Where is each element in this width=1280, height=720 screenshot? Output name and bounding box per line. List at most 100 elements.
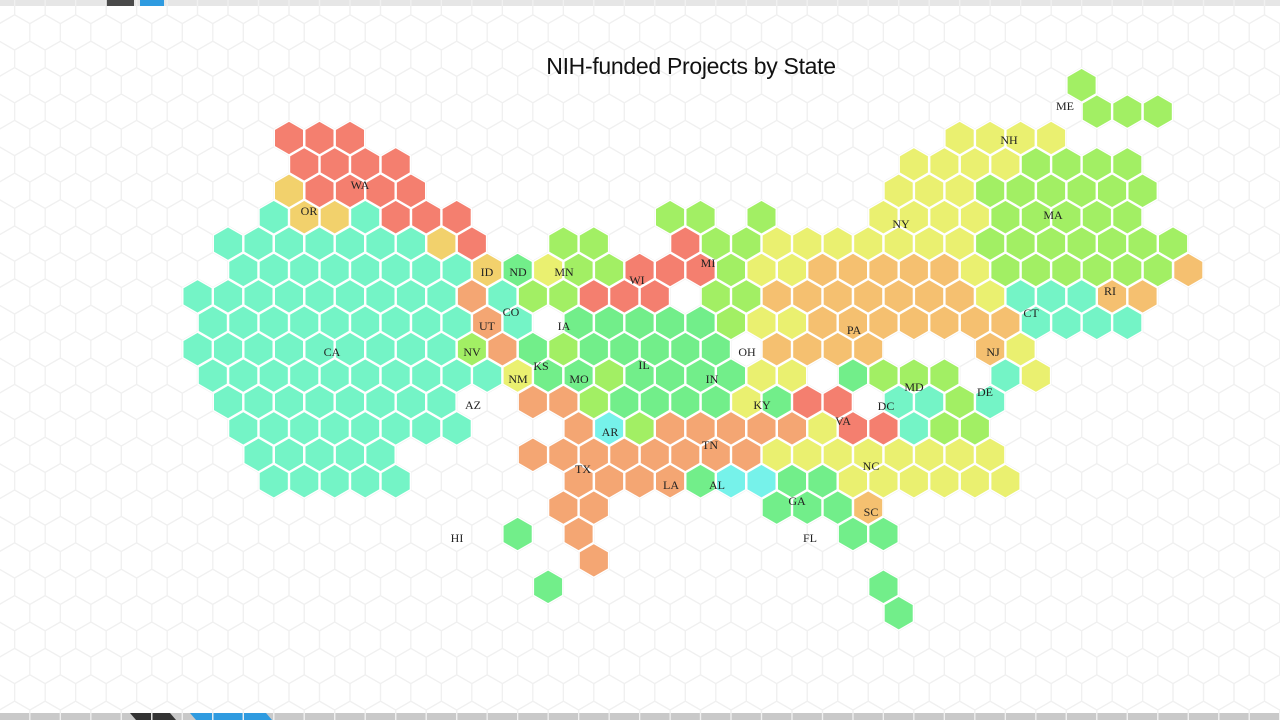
background-hex <box>1233 357 1266 394</box>
background-hex <box>1019 568 1052 606</box>
background-hex <box>0 674 16 711</box>
background-hex <box>776 0 808 25</box>
background-hex <box>532 621 565 658</box>
background-hex <box>1004 647 1037 685</box>
background-hex <box>989 568 1022 606</box>
background-hex <box>1202 251 1235 289</box>
background-hex <box>0 146 16 183</box>
background-hex <box>288 674 321 711</box>
background-hex <box>486 172 519 210</box>
background-hex <box>273 594 305 632</box>
background-hex <box>212 489 244 526</box>
background-hex <box>1248 172 1280 210</box>
background-hex <box>501 0 534 25</box>
background-hex <box>227 146 260 183</box>
background-hex <box>1080 410 1113 447</box>
background-hex <box>684 0 717 25</box>
background-hex <box>120 436 153 474</box>
background-hex <box>105 674 138 711</box>
background-hex <box>151 383 183 421</box>
background-hex <box>577 14 610 51</box>
background-hex <box>1080 515 1113 553</box>
background-hex <box>806 0 839 25</box>
background-hex <box>1050 515 1083 553</box>
background-hex <box>913 700 946 720</box>
background-hex <box>227 0 260 25</box>
background-hex <box>776 621 808 658</box>
state-label-nd: ND <box>509 265 527 279</box>
background-hex <box>1218 647 1250 685</box>
state-label-tx: TX <box>575 462 591 476</box>
background-hex <box>151 119 183 157</box>
background-hex <box>837 568 869 606</box>
background-hex <box>1157 172 1189 210</box>
background-hex <box>1187 647 1220 685</box>
background-hex <box>1050 410 1083 447</box>
background-hex <box>151 700 183 720</box>
background-hex <box>288 515 321 553</box>
background-hex <box>151 278 183 315</box>
background-hex <box>1233 146 1266 183</box>
background-hex <box>699 14 732 51</box>
background-hex <box>562 0 595 25</box>
background-hex <box>440 0 473 25</box>
background-hex <box>1248 542 1280 579</box>
background-hex <box>74 0 107 25</box>
background-hex <box>471 515 503 553</box>
state-label-ut: UT <box>479 319 496 333</box>
background-hex <box>486 647 519 685</box>
background-hex <box>959 568 991 606</box>
background-hex <box>928 568 961 606</box>
background-hex <box>715 93 747 130</box>
background-hex <box>74 621 107 658</box>
background-hex <box>349 0 382 25</box>
background-hex <box>684 568 717 606</box>
background-hex <box>1187 700 1220 720</box>
background-hex <box>1248 330 1280 368</box>
background-hex <box>136 0 168 25</box>
background-hex <box>1172 357 1205 394</box>
background-hex <box>29 542 62 579</box>
background-hex <box>1050 568 1083 606</box>
background-hex <box>303 647 336 685</box>
state-label-la: LA <box>663 478 679 492</box>
background-hex <box>1187 119 1220 157</box>
background-hex <box>852 700 885 720</box>
background-hex <box>44 674 77 711</box>
background-hex <box>0 516 16 552</box>
background-hex <box>928 674 961 711</box>
background-hex <box>59 225 92 262</box>
background-hex <box>105 621 138 658</box>
background-hex <box>1233 304 1266 342</box>
background-hex <box>257 0 290 25</box>
background-hex <box>547 119 580 157</box>
hex-map: WA OR CA ID ND MN WI MI UT CO NV AZ NM KS MO IA IL IN OH KY… <box>0 0 1280 720</box>
background-hex <box>1263 462 1280 500</box>
background-hex <box>1126 436 1159 474</box>
background-hex <box>364 594 397 632</box>
background-hex <box>242 647 275 685</box>
background-hex <box>1202 304 1235 342</box>
background-hex <box>471 568 503 606</box>
background-hex <box>44 304 77 342</box>
background-hex <box>1019 410 1052 447</box>
background-hex <box>882 14 915 51</box>
background-hex <box>1233 674 1266 711</box>
background-hex <box>1202 568 1235 606</box>
background-hex <box>1157 330 1189 368</box>
background-hex <box>29 278 62 315</box>
background-hex <box>1126 647 1159 685</box>
background-hex <box>90 436 122 474</box>
background-hex <box>547 14 580 51</box>
background-hex <box>821 172 854 210</box>
background-hex <box>90 172 122 210</box>
background-hex <box>516 647 549 685</box>
map-title: NIH-funded Projects by State <box>546 53 836 79</box>
background-hex <box>14 198 46 236</box>
background-hex <box>1157 436 1189 474</box>
background-hex <box>989 621 1022 658</box>
background-hex <box>1050 674 1083 711</box>
background-hex <box>760 542 793 579</box>
background-hex <box>14 462 46 500</box>
background-hex <box>303 14 336 51</box>
